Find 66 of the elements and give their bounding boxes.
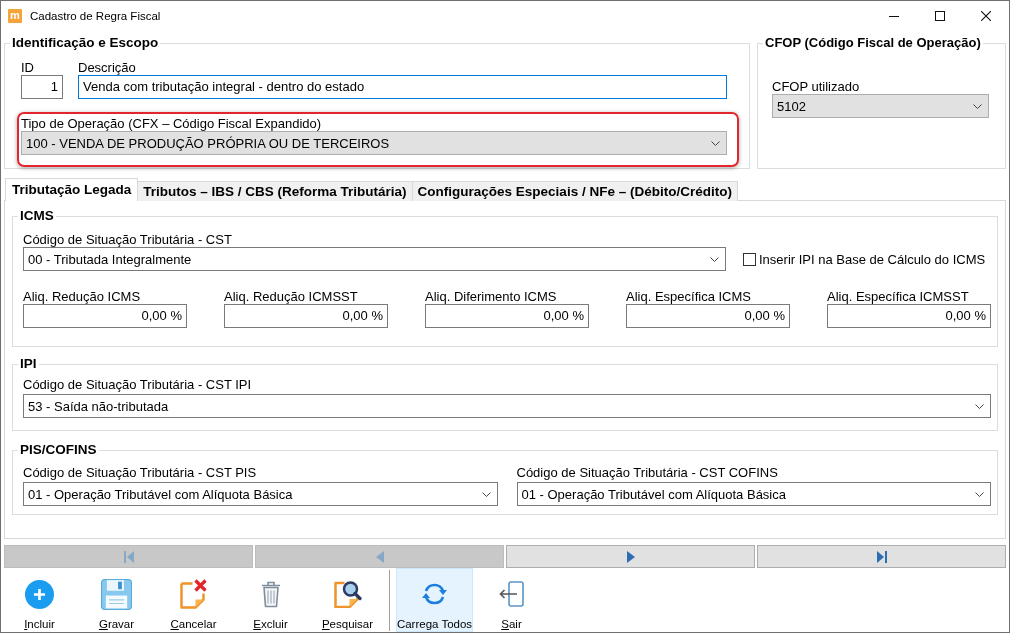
group-title: IPI <box>19 356 38 372</box>
document-magnifier-icon <box>333 580 362 608</box>
chevron-down-icon <box>710 256 719 262</box>
field-label: Aliq. Redução ICMSST <box>224 290 359 304</box>
document-cross-icon <box>179 579 208 609</box>
tab[interactable]: Tributos – IBS / CBS (Reforma Tributária) <box>137 181 413 201</box>
close-icon <box>981 11 991 21</box>
chevron-down-icon <box>711 140 720 146</box>
maximize-icon <box>935 11 945 21</box>
chevron-down-icon <box>975 403 984 409</box>
field-label: CFOP utilizado <box>772 80 861 94</box>
tab[interactable]: Tributação Legada <box>5 178 139 201</box>
field-label: Código de Situação Tributária - CST PIS <box>23 466 258 480</box>
group-title: Identificação e Escopo <box>11 35 160 51</box>
next-record-button[interactable] <box>506 545 755 568</box>
text-field[interactable]: 0,00 % <box>224 304 388 328</box>
text-field[interactable]: Venda com tributação integral - dentro do estado <box>78 75 727 99</box>
toolbar-button[interactable]: Excluir <box>232 568 309 632</box>
skip-to-end-icon <box>876 550 887 563</box>
dropdown[interactable]: 5102 <box>772 94 989 118</box>
triangle-right-icon <box>626 550 635 563</box>
text-field[interactable]: 0,00 % <box>626 304 790 328</box>
dropdown[interactable]: 100 - VENDA DE PRODUÇÃO PRÓPRIA OU DE TERCEIROS <box>21 131 727 155</box>
dropdown[interactable]: 53 - Saída não-tributada <box>23 394 991 418</box>
text-field[interactable]: 0,00 % <box>827 304 991 328</box>
trash-icon <box>260 580 281 608</box>
dropdown[interactable]: 01 - Operação Tributável com Alíquota Básica <box>23 482 498 506</box>
field-label: Descrição <box>78 61 137 75</box>
last-record-button[interactable] <box>757 545 1006 568</box>
field-label: Código de Situação Tributária - CST COFINS <box>516 466 779 480</box>
field-label: ID <box>21 61 35 75</box>
toolbar-button[interactable]: Carrega Todos <box>396 568 473 632</box>
field-label: Aliq. Específica ICMSST <box>827 290 970 304</box>
toolbar-button[interactable]: Sair <box>473 568 550 632</box>
dropdown[interactable]: 01 - Operação Tributável com Alíquota Básica <box>516 482 991 506</box>
toolbar-button[interactable]: Pesquisar <box>309 568 386 632</box>
field-label: Código de Situação Tributária - CST <box>23 233 233 247</box>
minimize-icon <box>889 15 899 17</box>
checkbox[interactable] <box>743 252 756 266</box>
toolbar-button[interactable]: Gravar <box>78 568 155 632</box>
toolbar-button[interactable]: Incluir <box>1 568 78 632</box>
toolbar-button[interactable]: Cancelar <box>155 568 232 632</box>
field-label: Aliq. Específica ICMS <box>626 290 752 304</box>
field-label: Aliq. Redução ICMS <box>23 290 142 304</box>
field-label: Tipo de Operação (CFX – Código Fiscal Expandido) <box>21 117 323 131</box>
text-field[interactable]: 1 <box>21 75 63 99</box>
checkbox-label: Inserir IPI na Base de Cálculo do ICMS <box>759 251 986 267</box>
refresh-icon <box>422 582 447 606</box>
text-field[interactable]: 0,00 % <box>23 304 187 328</box>
group-title: ICMS <box>19 208 55 224</box>
dropdown[interactable]: 00 - Tributada Integralmente <box>23 247 726 271</box>
field-label: Código de Situação Tributária - CST IPI <box>23 378 253 392</box>
group-title: PIS/COFINS <box>19 442 98 458</box>
group-title: CFOP (Código Fiscal de Operação) <box>764 35 982 51</box>
chevron-down-icon <box>481 491 491 497</box>
text-field[interactable]: 0,00 % <box>425 304 589 328</box>
skip-to-start-icon <box>123 550 134 563</box>
chevron-down-icon <box>973 103 982 109</box>
app-logo: m <box>8 9 22 23</box>
triangle-left-icon <box>375 550 384 563</box>
field-label: Aliq. Diferimento ICMS <box>425 290 558 304</box>
chevron-down-icon <box>975 491 984 497</box>
plus-circle-icon <box>25 579 54 609</box>
tab[interactable]: Configurações Especiais / NFe – (Débito/Crédito) <box>411 181 738 201</box>
exit-door-icon <box>499 581 524 607</box>
window-title: Cadastro de Regra Fiscal <box>30 10 161 22</box>
